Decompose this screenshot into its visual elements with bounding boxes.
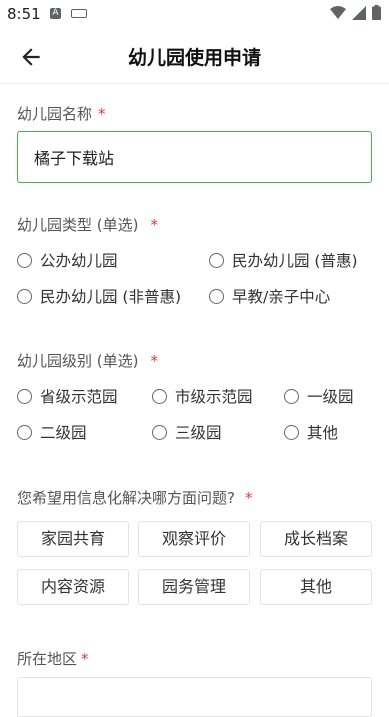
type-option-early-education[interactable]: 早教/亲子中心 xyxy=(209,285,330,307)
problem-tag-management[interactable]: 园务管理 xyxy=(138,569,250,605)
radio-circle-icon xyxy=(152,388,167,404)
region-selector[interactable] xyxy=(17,677,372,717)
required-marker: * xyxy=(81,650,89,668)
level-option-municipal[interactable]: 市级示范园 xyxy=(152,385,253,407)
problems-label: 您希望用信息化解决哪方面问题? * xyxy=(17,489,253,507)
name-label: 幼儿园名称 * xyxy=(17,105,106,123)
radio-circle-icon xyxy=(17,388,32,404)
type-option-private-inclusive[interactable]: 民办幼儿园 (普惠) xyxy=(209,249,358,271)
page-title: 幼儿园使用申请 xyxy=(127,47,261,69)
region-label: 所在地区 * xyxy=(17,650,89,668)
level-option-second[interactable]: 二级园 xyxy=(17,421,87,443)
radio-circle-icon xyxy=(284,388,299,404)
type-option-private-non-inclusive[interactable]: 民办幼儿园 (非普惠) xyxy=(17,285,181,307)
required-marker: * xyxy=(244,489,253,507)
required-marker: * xyxy=(150,216,158,234)
level-label: 幼儿园级别 (单选) * xyxy=(17,352,158,370)
radio-circle-icon xyxy=(17,288,32,304)
keyboard-icon xyxy=(71,9,87,18)
radio-circle-icon xyxy=(209,252,224,268)
radio-circle-icon xyxy=(152,424,167,440)
wifi-icon xyxy=(330,5,346,19)
type-label: 幼儿园类型 (单选) * xyxy=(17,216,158,234)
radio-circle-icon xyxy=(284,424,299,440)
problem-tag-growth-records[interactable]: 成长档案 xyxy=(260,521,372,557)
required-marker: * xyxy=(150,352,158,370)
status-time: 8:51 xyxy=(7,5,41,23)
level-option-third[interactable]: 三级园 xyxy=(152,421,222,443)
status-bar: 8:51 A xyxy=(0,0,389,28)
required-marker: * xyxy=(98,105,106,123)
battery-icon xyxy=(372,5,381,20)
status-icons xyxy=(330,5,381,20)
level-option-provincial[interactable]: 省级示范园 xyxy=(17,385,118,407)
problem-tag-observation[interactable]: 观察评价 xyxy=(138,521,250,557)
radio-circle-icon xyxy=(209,288,224,304)
problem-tag-other[interactable]: 其他 xyxy=(260,569,372,605)
radio-circle-icon xyxy=(17,252,32,268)
notification-a-icon: A xyxy=(50,8,61,19)
type-option-public[interactable]: 公办幼儿园 xyxy=(17,249,118,271)
level-option-first[interactable]: 一级园 xyxy=(284,385,354,407)
signal-icon xyxy=(352,5,366,20)
kindergarten-name-input[interactable] xyxy=(17,131,372,183)
problem-tag-home-school[interactable]: 家园共育 xyxy=(17,521,129,557)
problem-tag-content[interactable]: 内容资源 xyxy=(17,569,129,605)
level-option-other[interactable]: 其他 xyxy=(284,421,338,443)
radio-circle-icon xyxy=(17,424,32,440)
app-bar: 幼儿园使用申请 xyxy=(0,28,389,84)
